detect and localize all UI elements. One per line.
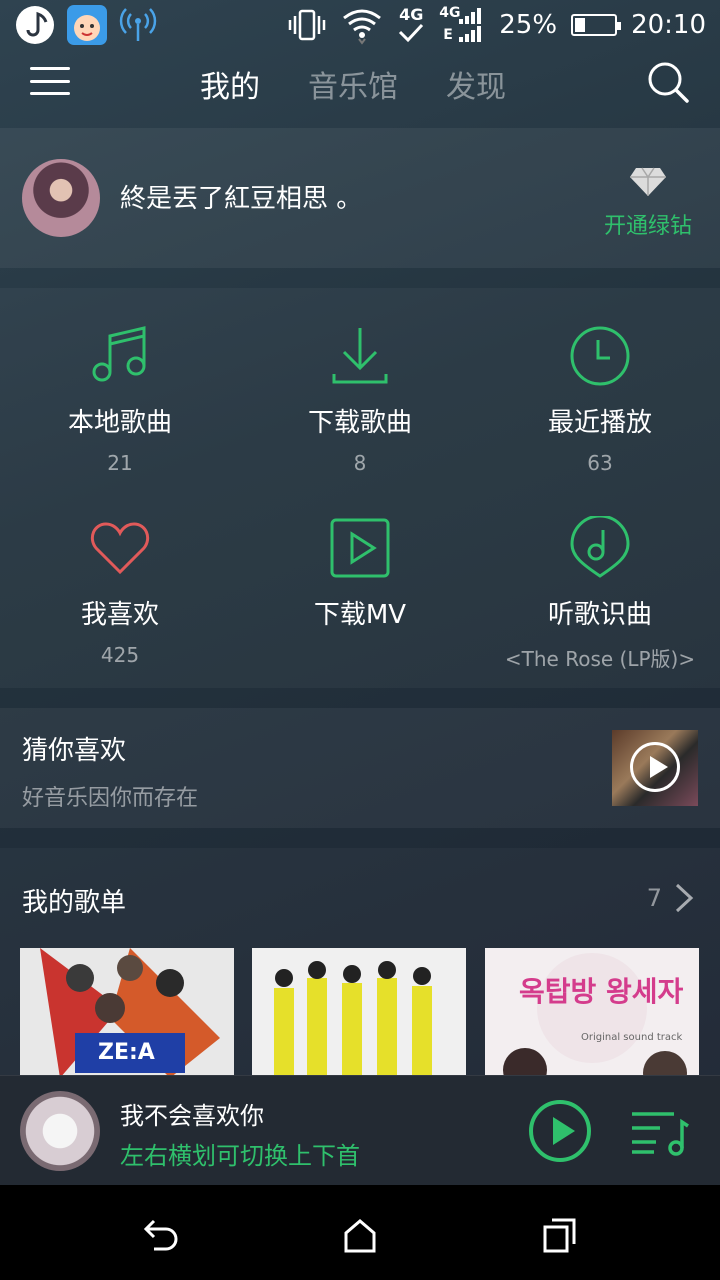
clock-time: 20:10 <box>631 10 706 40</box>
top-nav: 我的 音乐馆 发现 <box>0 50 720 116</box>
vibrate-icon <box>287 8 327 42</box>
signal-icon: 4G E <box>439 5 485 45</box>
now-playing-cover[interactable] <box>20 1091 100 1171</box>
status-bar: 4G 4G E 25% 20:10 <box>0 0 720 50</box>
my-playlists: 我的歌单 7 ZE:A 옥탑방 왕세자 Original sound track <box>0 848 720 1078</box>
play-button-icon[interactable] <box>528 1099 592 1163</box>
grid-count: 63 <box>587 451 613 475</box>
swipe-hint: 左右横划可切换上下首 <box>120 1142 360 1170</box>
home-icon[interactable] <box>340 1215 380 1255</box>
battery-icon <box>571 14 622 36</box>
music-note-icon <box>92 326 146 382</box>
wifi-icon <box>341 5 383 45</box>
album-title: ZE:A <box>98 1040 155 1065</box>
tab-discover[interactable]: 发现 <box>446 62 506 106</box>
guess-title: 猜你喜欢 <box>22 736 127 766</box>
play-video-icon <box>330 518 390 578</box>
local-songs[interactable]: 本地歌曲 21 <box>0 324 240 475</box>
tab-music-hall[interactable]: 音乐馆 <box>308 62 398 106</box>
guess-subtitle: 好音乐因你而存在 <box>22 786 199 811</box>
playlists-count[interactable]: 7 <box>647 884 662 912</box>
avatar[interactable] <box>22 159 100 237</box>
grid-count: 425 <box>100 643 140 667</box>
grid-label: 下载歌曲 <box>307 408 412 438</box>
playlist-album[interactable]: ZE:A <box>20 948 234 1078</box>
my-favorites[interactable]: 我喜欢 425 <box>0 516 240 667</box>
grid-label: 听歌识曲 <box>547 600 652 630</box>
username: 終是丟了紅豆相思 。 <box>120 184 363 214</box>
chevron-right-icon[interactable] <box>674 882 694 914</box>
feature-grid: 本地歌曲 21 下载歌曲 8 最近播放 63 我喜欢 425 下载MV 听歌识曲… <box>0 288 720 688</box>
vip-label: 开通绿钻 <box>603 214 692 239</box>
recognize-music-icon <box>570 516 630 578</box>
album-title: 옥탑방 왕세자 <box>519 975 684 1008</box>
clock-icon <box>570 326 630 386</box>
guess-you-like[interactable]: 猜你喜欢 好音乐因你而存在 <box>0 708 720 828</box>
app-notification-icon <box>66 4 108 46</box>
downloaded-songs[interactable]: 下载歌曲 8 <box>240 324 480 475</box>
playlist-album[interactable]: 옥탑방 왕세자 Original sound track <box>485 948 699 1078</box>
download-icon <box>332 328 388 384</box>
hotspot-icon <box>118 5 158 45</box>
grid-count: <The Rose (LP版)> <box>504 647 696 671</box>
playlist-album[interactable] <box>252 948 466 1078</box>
main-tabs: 我的 音乐馆 发现 <box>200 62 506 106</box>
heart-icon <box>90 522 150 575</box>
grid-label: 我喜欢 <box>80 600 159 630</box>
qq-music-logo-icon <box>14 4 56 46</box>
diamond-icon <box>630 167 666 196</box>
recently-played[interactable]: 最近播放 63 <box>480 324 720 475</box>
search-icon[interactable] <box>646 60 690 104</box>
recent-apps-icon[interactable] <box>540 1215 580 1255</box>
guess-thumbnail[interactable] <box>612 730 698 806</box>
system-nav-bar <box>0 1185 720 1280</box>
tab-mine[interactable]: 我的 <box>200 62 260 106</box>
profile-card[interactable]: 終是丟了紅豆相思 。 开通绿钻 <box>0 128 720 268</box>
back-icon[interactable] <box>140 1215 180 1255</box>
play-icon <box>630 742 680 792</box>
downloaded-mv[interactable]: 下载MV <box>240 516 480 643</box>
grid-label: 最近播放 <box>547 408 652 438</box>
mini-player[interactable]: 我不会喜欢你 左右横划可切换上下首 <box>0 1075 720 1185</box>
grid-count: 21 <box>107 451 133 475</box>
battery-fill <box>575 18 586 32</box>
album-subtitle: Original sound track <box>581 1032 683 1043</box>
grid-count: 8 <box>353 451 367 475</box>
vip-button[interactable]: 开通绿钻 <box>598 166 698 240</box>
playlist-queue-icon[interactable] <box>630 1106 690 1156</box>
menu-icon[interactable] <box>30 64 70 98</box>
network-4g-icon: 4G <box>397 7 425 43</box>
music-recognition[interactable]: 听歌识曲 <The Rose (LP版)> <box>480 516 720 672</box>
playlists-title: 我的歌单 <box>22 888 127 918</box>
grid-label: 本地歌曲 <box>67 408 172 438</box>
grid-label: 下载MV <box>313 600 407 630</box>
battery-percent: 25% <box>499 10 558 40</box>
now-playing-title: 我不会喜欢你 <box>120 1102 264 1130</box>
